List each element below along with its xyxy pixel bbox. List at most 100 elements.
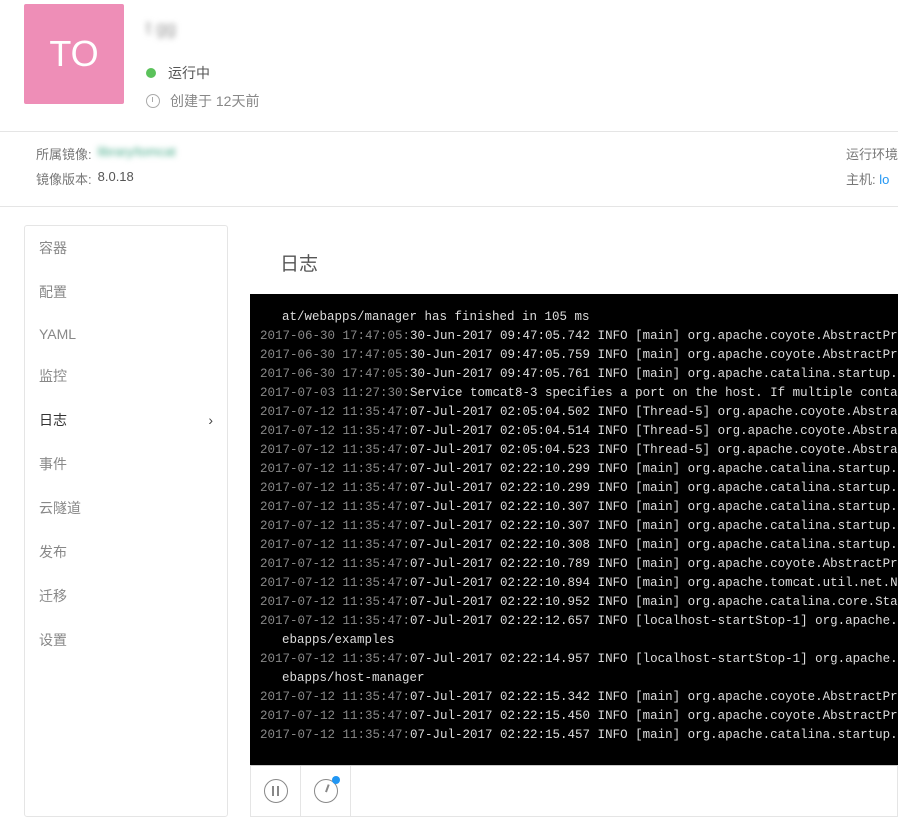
log-line: 2017-06-30 17:47:05:30-Jun-2017 09:47:05… — [260, 346, 898, 365]
sidebar-item-8[interactable]: 迁移 — [25, 574, 227, 618]
sidebar: 容器配置 YAML 监控日志 › 事件云隧道发布迁移设置 — [24, 225, 228, 817]
sidebar-item-6[interactable]: 云隧道 — [25, 486, 227, 530]
log-line: 2017-07-12 11:35:47:07-Jul-2017 02:22:10… — [260, 479, 898, 498]
meta-bar: 所属镜像: library/tomcat 镜像版本: 8.0.18 运行环境 主… — [0, 132, 898, 206]
sidebar-item-label: 事件 — [39, 454, 67, 474]
sidebar-item-1[interactable]: 配置 — [25, 270, 227, 314]
log-timestamp: 2017-07-12 11:35:47: — [260, 652, 410, 666]
log-line: 2017-07-12 11:35:47:07-Jul-2017 02:05:04… — [260, 441, 898, 460]
log-timestamp: 2017-06-30 17:47:05: — [260, 348, 410, 362]
log-message: 07-Jul-2017 02:22:12.657 INFO [localhost… — [410, 614, 898, 628]
status-text: 运行中 — [168, 63, 210, 83]
status-row: 运行中 — [146, 63, 259, 83]
sidebar-item-3[interactable]: 监控 — [25, 354, 227, 398]
log-timestamp: 2017-07-12 11:35:47: — [260, 538, 410, 552]
log-timestamp: 2017-07-12 11:35:47: — [260, 690, 410, 704]
log-message: 07-Jul-2017 02:05:04.502 INFO [Thread-5]… — [410, 405, 898, 419]
log-line: 2017-07-12 11:35:47:07-Jul-2017 02:22:15… — [260, 726, 898, 745]
sidebar-item-label: 日志 — [39, 410, 67, 430]
sidebar-item-5[interactable]: 事件 — [25, 442, 227, 486]
log-message: 07-Jul-2017 02:22:10.789 INFO [main] org… — [410, 557, 898, 571]
log-timestamp: 2017-06-30 17:47:05: — [260, 329, 410, 343]
sidebar-item-4[interactable]: 日志 › — [25, 398, 227, 442]
log-message: 07-Jul-2017 02:22:10.299 INFO [main] org… — [410, 462, 898, 476]
app-avatar: TO — [24, 4, 124, 104]
log-timestamp: 2017-07-12 11:35:47: — [260, 424, 410, 438]
log-line: ebapps/host-manager — [260, 669, 898, 688]
sidebar-item-label: 发布 — [39, 542, 67, 562]
log-line: 2017-07-12 11:35:47:07-Jul-2017 02:22:14… — [260, 650, 898, 669]
app-name: t gg — [146, 18, 259, 39]
log-line: 2017-07-12 11:35:47:07-Jul-2017 02:22:12… — [260, 612, 898, 631]
log-line: 2017-07-12 11:35:47:07-Jul-2017 02:22:10… — [260, 536, 898, 555]
pause-icon — [264, 779, 288, 803]
log-message: 07-Jul-2017 02:05:04.514 INFO [Thread-5]… — [410, 424, 898, 438]
sidebar-item-label: 容器 — [39, 238, 67, 258]
log-timestamp: 2017-07-12 11:35:47: — [260, 500, 410, 514]
sidebar-item-label: 监控 — [39, 366, 67, 386]
created-text: 创建于 12天前 — [170, 91, 259, 111]
log-toolbar — [250, 765, 898, 817]
sidebar-item-label: 配置 — [39, 282, 67, 302]
version-value: 8.0.18 — [98, 169, 134, 188]
log-line: 2017-07-12 11:35:47:07-Jul-2017 02:22:10… — [260, 555, 898, 574]
log-message: 07-Jul-2017 02:05:04.523 INFO [Thread-5]… — [410, 443, 898, 457]
log-line: at/webapps/manager has finished in 105 m… — [260, 308, 898, 327]
created-row: 创建于 12天前 — [146, 91, 259, 111]
log-message: 30-Jun-2017 09:47:05.742 INFO [main] org… — [410, 329, 898, 343]
status-dot-icon — [146, 68, 156, 78]
log-message: 30-Jun-2017 09:47:05.761 INFO [main] org… — [410, 367, 898, 381]
log-line: 2017-07-12 11:35:47:07-Jul-2017 02:22:10… — [260, 498, 898, 517]
log-timestamp: 2017-07-12 11:35:47: — [260, 405, 410, 419]
log-message: 07-Jul-2017 02:22:10.307 INFO [main] org… — [410, 519, 898, 533]
image-label: 所属镜像: — [36, 144, 92, 163]
log-line: 2017-07-12 11:35:47:07-Jul-2017 02:22:10… — [260, 460, 898, 479]
log-timestamp: 2017-07-12 11:35:47: — [260, 462, 410, 476]
sidebar-item-9[interactable]: 设置 — [25, 618, 227, 662]
pause-button[interactable] — [251, 766, 301, 816]
log-timestamp: 2017-07-12 11:35:47: — [260, 709, 410, 723]
sidebar-item-0[interactable]: 容器 — [25, 226, 227, 270]
log-line: 2017-07-12 11:35:47:07-Jul-2017 02:22:10… — [260, 593, 898, 612]
log-timestamp: 2017-07-12 11:35:47: — [260, 595, 410, 609]
sidebar-item-2[interactable]: YAML — [25, 314, 227, 354]
log-message: ebapps/host-manager — [282, 671, 425, 685]
log-timestamp: 2017-07-12 11:35:47: — [260, 481, 410, 495]
log-message: 07-Jul-2017 02:22:15.450 INFO [main] org… — [410, 709, 898, 723]
log-timestamp: 2017-06-30 17:47:05: — [260, 367, 410, 381]
app-info: t gg 运行中 创建于 12天前 — [124, 4, 259, 111]
log-message: ebapps/examples — [282, 633, 395, 647]
log-console[interactable]: at/webapps/manager has finished in 105 m… — [250, 294, 898, 765]
log-message: 07-Jul-2017 02:22:15.457 INFO [main] org… — [410, 728, 898, 742]
panel-title: 日志 — [250, 225, 898, 294]
sidebar-item-label: 设置 — [39, 630, 67, 650]
main-panel: 日志 at/webapps/manager has finished in 10… — [250, 225, 898, 817]
log-timestamp: 2017-07-12 11:35:47: — [260, 557, 410, 571]
host-value: lo — [879, 172, 889, 187]
chevron-right-icon: › — [208, 412, 213, 428]
log-timestamp: 2017-07-12 11:35:47: — [260, 443, 410, 457]
log-timestamp: 2017-07-03 11:27:30: — [260, 386, 410, 400]
log-line: 2017-07-12 11:35:47:07-Jul-2017 02:22:15… — [260, 707, 898, 726]
log-line: 2017-06-30 17:47:05:30-Jun-2017 09:47:05… — [260, 327, 898, 346]
log-line: 2017-07-03 11:27:30:Service tomcat8-3 sp… — [260, 384, 898, 403]
log-message: 07-Jul-2017 02:22:15.342 INFO [main] org… — [410, 690, 898, 704]
log-timestamp: 2017-07-12 11:35:47: — [260, 728, 410, 742]
log-line: 2017-06-30 17:47:05:30-Jun-2017 09:47:05… — [260, 365, 898, 384]
log-message: 07-Jul-2017 02:22:10.299 INFO [main] org… — [410, 481, 898, 495]
image-value: library/tomcat — [98, 144, 176, 163]
clock-icon — [146, 94, 160, 108]
log-line: 2017-07-12 11:35:47:07-Jul-2017 02:22:10… — [260, 574, 898, 593]
log-line: 2017-07-12 11:35:47:07-Jul-2017 02:05:04… — [260, 422, 898, 441]
notification-dot-icon — [332, 776, 340, 784]
realtime-button[interactable] — [301, 766, 351, 816]
log-timestamp: 2017-07-12 11:35:47: — [260, 576, 410, 590]
env-label: 运行环境 — [846, 147, 898, 162]
log-line: ebapps/examples — [260, 631, 898, 650]
log-message: 07-Jul-2017 02:22:10.952 INFO [main] org… — [410, 595, 898, 609]
sidebar-item-7[interactable]: 发布 — [25, 530, 227, 574]
host-label: 主机: — [846, 172, 876, 187]
log-line: 2017-07-12 11:35:47:07-Jul-2017 02:22:15… — [260, 688, 898, 707]
log-timestamp: 2017-07-12 11:35:47: — [260, 519, 410, 533]
log-message: at/webapps/manager has finished in 105 m… — [282, 310, 590, 324]
